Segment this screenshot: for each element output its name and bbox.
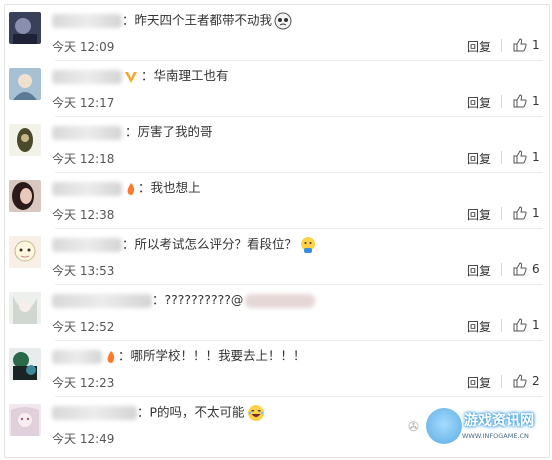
timestamp: 今天 12:38 [52, 208, 115, 222]
reply-button[interactable]: 回复 [467, 374, 491, 391]
comment-text: ：昨天四个王者都带不动我 [122, 12, 273, 28]
divider [501, 319, 502, 332]
comment-item: ：厉害了我的哥 今天 12:18 回复 1 [5, 117, 549, 173]
like-button[interactable]: 1 [513, 93, 540, 108]
watermark-title: 游戏资讯网 [464, 413, 534, 429]
comment-item: ：所以考试怎么评分？看段位？ 今天 13:53 回复 6 [5, 229, 549, 285]
like-count: 6 [532, 261, 540, 276]
thumbs-up-icon [513, 373, 527, 387]
timestamp: 今天 13:53 [52, 264, 115, 278]
globe-logo-icon [426, 408, 462, 444]
crying-face-emoji-icon [274, 12, 292, 30]
divider [501, 263, 502, 276]
timestamp: 今天 12:09 [52, 40, 115, 54]
reply-button[interactable]: 回复 [467, 262, 491, 279]
like-button[interactable]: 1 [513, 205, 540, 220]
divider [501, 39, 502, 52]
timestamp: 今天 12:52 [52, 320, 115, 334]
reply-button[interactable]: 回复 [467, 206, 491, 223]
avatar[interactable] [9, 292, 41, 324]
username[interactable] [52, 69, 122, 84]
like-count: 2 [532, 373, 540, 388]
divider [501, 207, 502, 220]
comment-text: ：P的吗，不太可能 [137, 404, 245, 420]
thinking-face-emoji-icon [301, 237, 316, 253]
comment-item: ：华南理工也有 今天 12:17 回复 1 [5, 61, 549, 117]
reply-button[interactable]: 回复 [467, 318, 491, 335]
username[interactable] [52, 181, 122, 196]
username[interactable] [52, 293, 152, 308]
wechat-icon: ✇ [408, 420, 419, 435]
comment-text: ：我也想上 [138, 180, 201, 195]
reply-button[interactable]: 回复 [467, 38, 491, 55]
like-button[interactable]: 6 [513, 261, 540, 276]
comment-text: ：华南理工也有 [141, 68, 229, 83]
avatar[interactable] [9, 12, 41, 44]
thumbs-up-icon [513, 93, 527, 107]
avatar[interactable] [9, 68, 41, 100]
username[interactable] [52, 238, 122, 252]
username[interactable] [52, 14, 122, 28]
username[interactable] [52, 349, 102, 364]
comment-text: ：厉害了我的哥 [125, 124, 213, 139]
avatar[interactable] [9, 348, 41, 380]
divider [501, 375, 502, 388]
site-watermark: 游戏资讯网 WWW.INFOGAME.CN [424, 406, 546, 452]
divider [501, 95, 502, 108]
avatar[interactable] [9, 124, 41, 156]
timestamp: 今天 12:49 [52, 432, 115, 446]
thumbs-up-icon [513, 149, 527, 163]
comment-text: ：哪所学校！！！我要去上！！！ [118, 348, 306, 363]
watermark-url: WWW.INFOGAME.CN [462, 432, 529, 440]
comment-text: ：所以考试怎么评分？看段位？ [122, 236, 298, 252]
fire-badge-icon [107, 350, 115, 363]
comment-item: ：哪所学校！！！我要去上！！！ 今天 12:23 回复 2 [5, 341, 549, 397]
reply-button[interactable]: 回复 [467, 94, 491, 111]
like-count: 1 [532, 317, 540, 332]
like-count: 1 [532, 149, 540, 164]
reply-button[interactable]: 回复 [467, 150, 491, 167]
avatar[interactable] [9, 180, 41, 212]
username[interactable] [52, 406, 137, 420]
laughing-face-emoji-icon [247, 405, 264, 421]
comment-text: ：??????????@ [152, 292, 244, 307]
thumbs-up-icon [513, 205, 527, 219]
fire-badge-icon [127, 182, 135, 195]
comment-item: ：??????????@ 今天 12:52 回复 1 [5, 285, 549, 341]
like-button[interactable]: 1 [513, 149, 540, 164]
comment-item: ：我也想上 今天 12:38 回复 1 [5, 173, 549, 229]
like-button[interactable]: 1 [513, 37, 540, 52]
username[interactable] [52, 125, 122, 140]
avatar[interactable] [9, 236, 41, 268]
like-button[interactable]: 2 [513, 373, 540, 388]
timestamp: 今天 12:23 [52, 376, 115, 390]
like-count: 1 [532, 93, 540, 108]
thumbs-up-icon [513, 261, 527, 275]
timestamp: 今天 12:17 [52, 96, 115, 110]
timestamp: 今天 12:18 [52, 152, 115, 166]
avatar[interactable] [9, 404, 41, 436]
mention-link[interactable] [245, 293, 316, 308]
comment-list: ：昨天四个王者都带不动我 今天 12:09 回复 1 ：华南理工也有 今天 12… [4, 4, 550, 458]
like-button[interactable]: 1 [513, 317, 540, 332]
comment-item: ：昨天四个王者都带不动我 今天 12:09 回复 1 [5, 5, 549, 61]
thumbs-up-icon [513, 37, 527, 51]
thumbs-up-icon [513, 317, 527, 331]
like-count: 1 [532, 205, 540, 220]
like-count: 1 [532, 37, 540, 52]
vip-badge-icon [125, 71, 137, 83]
divider [501, 151, 502, 164]
